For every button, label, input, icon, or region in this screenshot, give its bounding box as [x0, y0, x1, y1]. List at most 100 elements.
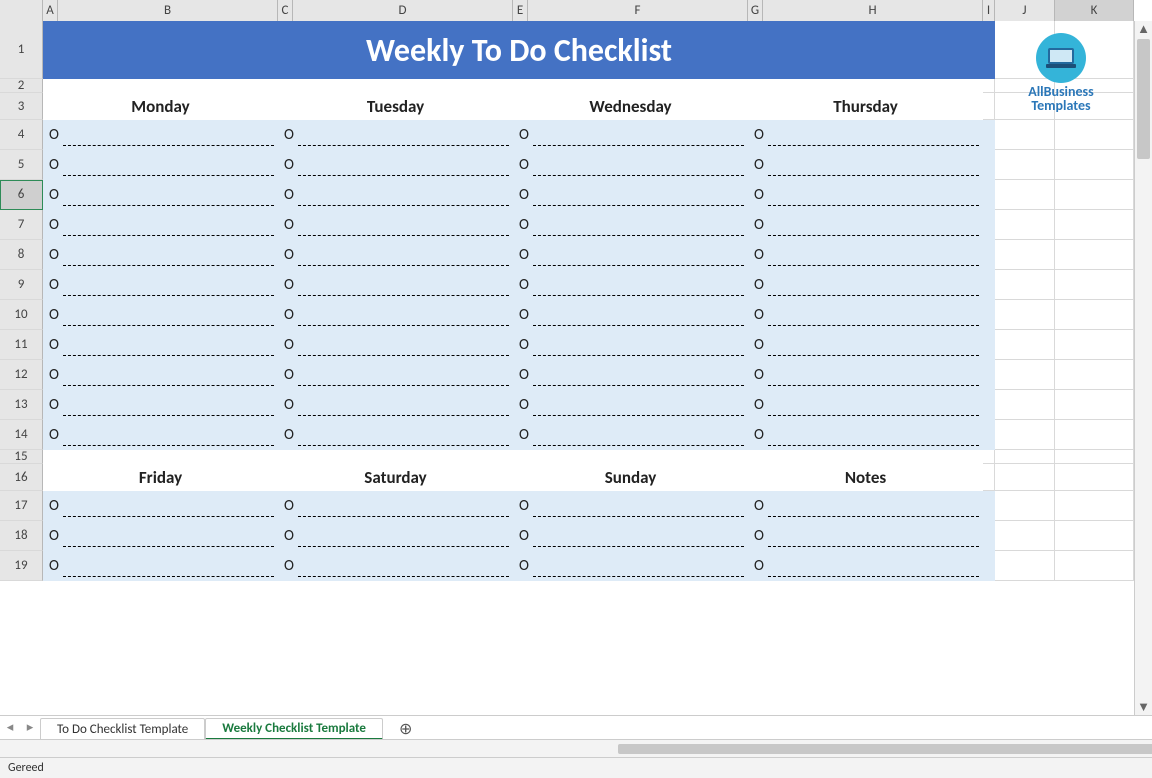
checklist-item[interactable]: O [748, 150, 983, 180]
checklist-item[interactable]: O [43, 420, 278, 450]
row-header[interactable]: 13 [0, 390, 43, 420]
row-header[interactable]: 12 [0, 360, 43, 390]
checklist-item[interactable]: O [278, 521, 513, 551]
checklist-item[interactable]: O [43, 491, 278, 521]
checklist-item[interactable]: O [278, 180, 513, 210]
checklist-item[interactable]: O [748, 120, 983, 150]
grid-cell[interactable] [995, 360, 1055, 390]
checklist-item[interactable]: O [43, 300, 278, 330]
grid-cell[interactable] [1055, 270, 1134, 300]
grid-cell[interactable] [1055, 360, 1134, 390]
checklist-item[interactable]: O [513, 390, 748, 420]
column-header[interactable]: H [763, 0, 983, 21]
checklist-item[interactable]: O [748, 420, 983, 450]
row-header[interactable]: 17 [0, 491, 43, 521]
grid-cell[interactable] [995, 390, 1055, 420]
checklist-item[interactable]: O [748, 491, 983, 521]
checklist-item[interactable]: O [43, 521, 278, 551]
checklist-item[interactable]: O [748, 270, 983, 300]
grid-cell[interactable] [983, 79, 995, 93]
column-header[interactable]: G [748, 0, 763, 21]
checklist-item[interactable]: O [278, 300, 513, 330]
grid-cell[interactable] [1055, 300, 1134, 330]
grid-cell[interactable] [983, 464, 995, 491]
checklist-item[interactable]: O [748, 180, 983, 210]
tab-next-icon[interactable]: ▸ [27, 720, 34, 735]
vertical-scrollbar[interactable]: ▲ ▼ [1134, 21, 1152, 715]
checklist-item[interactable]: O [43, 390, 278, 420]
checklist-item[interactable]: O [513, 210, 748, 240]
select-all-corner[interactable] [0, 0, 43, 21]
grid-cell[interactable] [995, 270, 1055, 300]
checklist-item[interactable]: O [513, 150, 748, 180]
checklist-item[interactable]: O [43, 150, 278, 180]
grid-cell[interactable] [995, 420, 1055, 450]
column-header[interactable]: I [983, 0, 995, 21]
grid-cell[interactable] [1055, 240, 1134, 270]
scroll-up-arrow-icon[interactable]: ▲ [1135, 21, 1152, 37]
scroll-down-arrow-icon[interactable]: ▼ [1135, 699, 1152, 715]
checklist-item[interactable]: O [513, 120, 748, 150]
checklist-item[interactable]: O [43, 360, 278, 390]
horizontal-scroll-thumb[interactable] [618, 744, 1152, 754]
checklist-item[interactable]: O [748, 360, 983, 390]
row-header[interactable]: 14 [0, 420, 43, 450]
new-sheet-button[interactable]: ⊕ [383, 718, 428, 740]
grid-cell[interactable] [995, 464, 1055, 491]
row-header[interactable]: 15 [0, 450, 43, 464]
checklist-item[interactable]: O [43, 240, 278, 270]
row-header[interactable]: 9 [0, 270, 43, 300]
tab-navigation[interactable]: ◂ ▸ [0, 715, 40, 739]
row-header[interactable]: 4 [0, 120, 43, 150]
row-header[interactable]: 8 [0, 240, 43, 270]
grid-cell[interactable] [983, 93, 995, 120]
grid-cell[interactable] [995, 330, 1055, 360]
grid-cell[interactable] [1055, 420, 1134, 450]
grid-cell[interactable] [995, 300, 1055, 330]
grid-cell[interactable] [995, 450, 1055, 464]
checklist-item[interactable]: O [278, 120, 513, 150]
checklist-item[interactable]: O [43, 210, 278, 240]
grid-cell[interactable] [1055, 330, 1134, 360]
checklist-item[interactable]: O [43, 551, 278, 581]
checklist-item[interactable]: O [748, 240, 983, 270]
column-header[interactable]: K [1055, 0, 1134, 21]
column-header[interactable]: C [278, 0, 293, 21]
checklist-item[interactable]: O [748, 521, 983, 551]
grid-cell[interactable] [995, 521, 1055, 551]
vertical-scroll-thumb[interactable] [1137, 39, 1150, 159]
checklist-item[interactable]: O [278, 360, 513, 390]
checklist-item[interactable]: O [748, 210, 983, 240]
checklist-item[interactable]: O [513, 300, 748, 330]
grid-cell[interactable] [995, 551, 1055, 581]
checklist-item[interactable]: O [43, 120, 278, 150]
checklist-item[interactable]: O [513, 420, 748, 450]
checklist-item[interactable]: O [513, 270, 748, 300]
grid-cell[interactable] [995, 491, 1055, 521]
grid-cell[interactable] [1055, 210, 1134, 240]
checklist-item[interactable]: O [748, 330, 983, 360]
checklist-item[interactable]: O [748, 390, 983, 420]
checklist-item[interactable]: O [278, 210, 513, 240]
checklist-item[interactable]: O [513, 240, 748, 270]
column-header[interactable]: F [528, 0, 748, 21]
checklist-item[interactable]: O [513, 551, 748, 581]
column-header[interactable]: E [513, 0, 528, 21]
horizontal-scrollbar[interactable] [0, 739, 1152, 757]
grid-cell[interactable] [1055, 150, 1134, 180]
row-header[interactable]: 19 [0, 551, 43, 581]
grid-cell[interactable] [995, 150, 1055, 180]
row-header[interactable]: 1 [0, 21, 43, 79]
checklist-item[interactable]: O [278, 551, 513, 581]
spreadsheet-grid[interactable]: Weekly To Do ChecklistMondayTuesdayWedne… [43, 21, 1134, 581]
row-header[interactable]: 10 [0, 300, 43, 330]
column-header[interactable]: D [293, 0, 513, 21]
grid-cell[interactable] [1055, 390, 1134, 420]
grid-cell[interactable] [983, 450, 995, 464]
checklist-item[interactable]: O [278, 420, 513, 450]
grid-cell[interactable] [1055, 464, 1134, 491]
checklist-item[interactable]: O [278, 270, 513, 300]
row-header[interactable]: 3 [0, 93, 43, 120]
checklist-item[interactable]: O [513, 491, 748, 521]
checklist-item[interactable]: O [278, 240, 513, 270]
